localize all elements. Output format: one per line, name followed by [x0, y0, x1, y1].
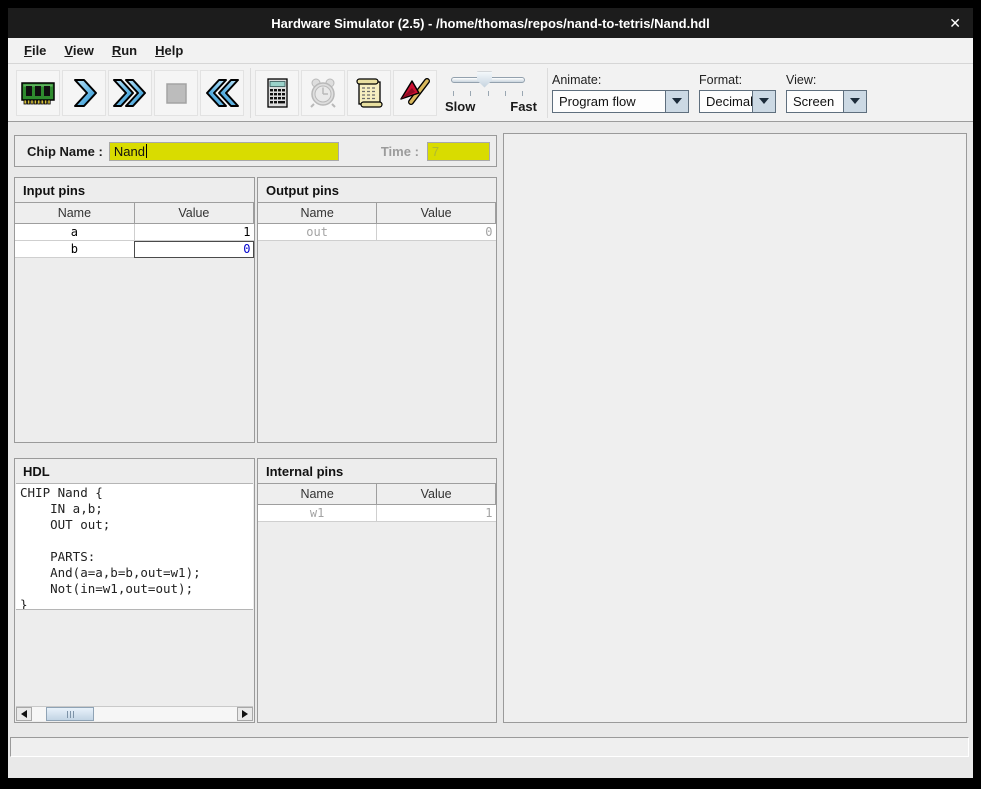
table-row: w1 1: [258, 505, 496, 522]
column-header-name: Name: [15, 203, 134, 224]
toolbar: Slow Fast Animate: Program flow Format: …: [8, 64, 973, 122]
title-bar: Hardware Simulator (2.5) - /home/thomas/…: [8, 8, 973, 38]
scrollbar-thumb[interactable]: [46, 707, 94, 721]
menu-help[interactable]: Help: [147, 40, 193, 61]
reset-button[interactable]: [200, 70, 244, 116]
calculator-icon: [260, 76, 294, 110]
view-hdl-button[interactable]: [347, 70, 391, 116]
time-label: Time :: [381, 144, 419, 159]
pin-name: out: [258, 224, 377, 241]
menu-run[interactable]: Run: [104, 40, 147, 61]
chip-name-input[interactable]: Nand: [109, 142, 339, 161]
view-group: View: Screen: [786, 73, 867, 113]
app-window: Hardware Simulator (2.5) - /home/thomas/…: [8, 8, 973, 778]
animate-select[interactable]: Program flow: [552, 90, 689, 113]
format-value: Decimal: [700, 91, 752, 112]
format-label: Format:: [699, 73, 776, 87]
eval-button[interactable]: [255, 70, 299, 116]
chevron-down-icon[interactable]: [843, 91, 866, 112]
hdl-panel: HDL CHIP Nand { IN a,b; OUT out; PARTS: …: [14, 458, 255, 723]
text-caret: [146, 144, 147, 158]
table-row: b 0: [15, 241, 254, 258]
animate-value: Program flow: [553, 91, 642, 112]
pin-name: w1: [258, 505, 377, 522]
format-group: Format: Decimal: [699, 73, 776, 113]
column-header-name: Name: [258, 203, 377, 224]
menu-file[interactable]: File: [16, 40, 56, 61]
format-select[interactable]: Decimal: [699, 90, 776, 113]
hdl-code-view[interactable]: CHIP Nand { IN a,b; OUT out; PARTS: And(…: [16, 483, 253, 610]
chip-name-label: Chip Name :: [27, 144, 103, 159]
slider-fast-label: Fast: [510, 99, 537, 114]
scroll-icon: [352, 76, 386, 110]
pin-value: 0: [377, 224, 496, 241]
window-title: Hardware Simulator (2.5) - /home/thomas/…: [271, 16, 709, 31]
main-area: Chip Name : Nand Time : 7 Input pins Nam…: [8, 122, 973, 778]
load-chip-button[interactable]: [16, 70, 60, 116]
time-input: 7: [427, 142, 490, 161]
single-step-icon: [67, 76, 101, 110]
chevron-down-icon[interactable]: [665, 91, 688, 112]
speed-slider-thumb[interactable]: [477, 72, 492, 88]
screen-display-panel: [503, 133, 967, 723]
chip-name-panel: Chip Name : Nand Time : 7: [14, 135, 497, 167]
clock-button: [301, 70, 345, 116]
view-select[interactable]: Screen: [786, 90, 867, 113]
clock-icon: [306, 76, 340, 110]
table-row: a 1: [15, 224, 254, 241]
view-value: Screen: [787, 91, 840, 112]
input-pins-table: Name Value a 1 b 0: [15, 202, 254, 258]
speed-slider: Slow Fast: [445, 69, 537, 117]
toolbar-separator: [250, 68, 251, 118]
table-row: out 0: [258, 224, 496, 241]
chip-icon: [20, 76, 56, 110]
internal-pins-panel: Internal pins Name Value w1 1: [257, 458, 497, 723]
pin-value: 1: [377, 505, 496, 522]
hdl-title: HDL: [15, 459, 254, 483]
status-bar: [10, 737, 969, 757]
output-pins-table: Name Value out 0: [258, 202, 496, 241]
breakpoints-button[interactable]: [393, 70, 437, 116]
view-label: View:: [786, 73, 867, 87]
animate-label: Animate:: [552, 73, 689, 87]
slider-slow-label: Slow: [445, 99, 475, 114]
internal-pins-table: Name Value w1 1: [258, 483, 496, 522]
stop-button: [154, 70, 198, 116]
output-pins-panel: Output pins Name Value out 0: [257, 177, 497, 443]
close-icon[interactable]: ✕: [949, 8, 961, 38]
hdl-horizontal-scrollbar[interactable]: [16, 706, 253, 721]
input-pins-title: Input pins: [15, 178, 254, 202]
column-header-name: Name: [258, 484, 377, 505]
chevron-down-icon[interactable]: [752, 91, 775, 112]
pin-name[interactable]: a: [15, 224, 134, 241]
toolbar-separator: [547, 68, 548, 118]
scroll-left-icon[interactable]: [16, 707, 32, 721]
run-icon: [112, 76, 148, 110]
animate-group: Animate: Program flow: [552, 73, 689, 113]
pin-name[interactable]: b: [15, 241, 134, 258]
column-header-value: Value: [377, 484, 496, 505]
stop-icon: [159, 76, 193, 110]
single-step-button[interactable]: [62, 70, 106, 116]
menu-view[interactable]: View: [56, 40, 103, 61]
menu-bar: File View Run Help: [8, 38, 973, 64]
output-pins-title: Output pins: [258, 178, 496, 202]
run-button[interactable]: [108, 70, 152, 116]
pin-value[interactable]: 1: [134, 224, 253, 241]
scroll-right-icon[interactable]: [237, 707, 253, 721]
input-pins-panel: Input pins Name Value a 1 b 0: [14, 177, 255, 443]
red-arrow-icon: [398, 76, 432, 110]
speed-slider-ticks: [453, 91, 523, 96]
column-header-value: Value: [377, 203, 496, 224]
pin-value-focused[interactable]: 0: [134, 241, 253, 258]
internal-pins-title: Internal pins: [258, 459, 496, 483]
reset-icon: [204, 76, 240, 110]
column-header-value: Value: [134, 203, 253, 224]
